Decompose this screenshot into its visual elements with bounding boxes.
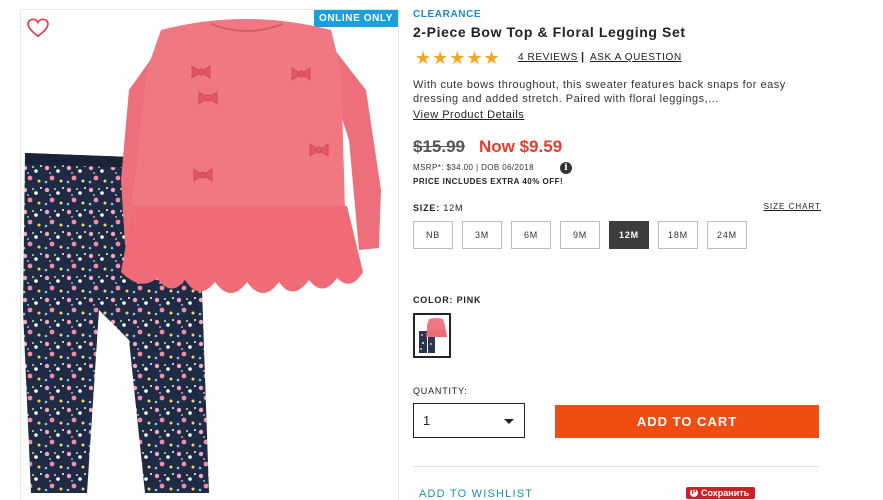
- reviews-link[interactable]: 4 REVIEWS: [518, 52, 578, 63]
- pinterest-save-label: Сохранить: [701, 488, 750, 498]
- extra-discount-note: PRICE INCLUDES EXTRA 40% OFF!: [413, 177, 564, 186]
- add-to-cart-button[interactable]: ADD TO CART: [555, 405, 819, 438]
- swatch-thumbnail: [419, 318, 447, 353]
- clearance-tag: CLEARANCE: [413, 9, 482, 20]
- selected-size: 12M: [443, 203, 464, 213]
- links-separator: |: [581, 51, 585, 63]
- sale-price: Now $9.59: [479, 137, 563, 156]
- rating-stars[interactable]: ★★★★★: [415, 48, 501, 69]
- product-title: 2-Piece Bow Top & Floral Legging Set: [413, 24, 686, 40]
- size-chart-link[interactable]: SIZE CHART: [764, 202, 821, 211]
- product-image-panel[interactable]: ONLINE ONLY: [20, 9, 399, 500]
- quantity-value: 1: [423, 413, 431, 428]
- size-option-nb[interactable]: NB: [413, 221, 453, 249]
- size-option-9m[interactable]: 9M: [560, 221, 600, 249]
- pinterest-save-button[interactable]: P Сохранить: [686, 487, 756, 499]
- ask-question-link[interactable]: ASK A QUESTION: [590, 52, 682, 63]
- size-option-3m[interactable]: 3M: [462, 221, 502, 249]
- divider: [413, 466, 819, 467]
- quantity-label: QUANTITY:: [413, 386, 468, 396]
- color-label: COLOR: PINK: [413, 295, 481, 305]
- color-swatch-pink[interactable]: [413, 313, 451, 358]
- size-options: NB 3M 6M 9M 12M 18M 24M: [413, 221, 756, 249]
- original-price: $15.99: [413, 137, 465, 156]
- info-icon[interactable]: i: [560, 162, 572, 174]
- product-image: [23, 19, 381, 493]
- msrp-info: MSRP*: $34.00 | DOB 06/2018: [413, 163, 534, 172]
- selected-color: PINK: [456, 295, 482, 305]
- view-product-details-link[interactable]: View Product Details: [413, 109, 524, 121]
- chevron-down-icon: [504, 419, 514, 424]
- size-option-18m[interactable]: 18M: [658, 221, 698, 249]
- product-description: With cute bows throughout, this sweater …: [413, 79, 786, 105]
- quantity-select[interactable]: 1: [413, 403, 525, 438]
- size-label-text: SIZE:: [413, 203, 441, 213]
- size-option-12m[interactable]: 12M: [609, 221, 649, 249]
- color-label-text: COLOR:: [413, 295, 454, 305]
- size-label: SIZE: 12M: [413, 203, 463, 213]
- size-option-24m[interactable]: 24M: [707, 221, 747, 249]
- pinterest-icon: P: [690, 489, 698, 497]
- add-to-wishlist-link[interactable]: ADD TO WISHLIST: [419, 488, 533, 500]
- size-option-6m[interactable]: 6M: [511, 221, 551, 249]
